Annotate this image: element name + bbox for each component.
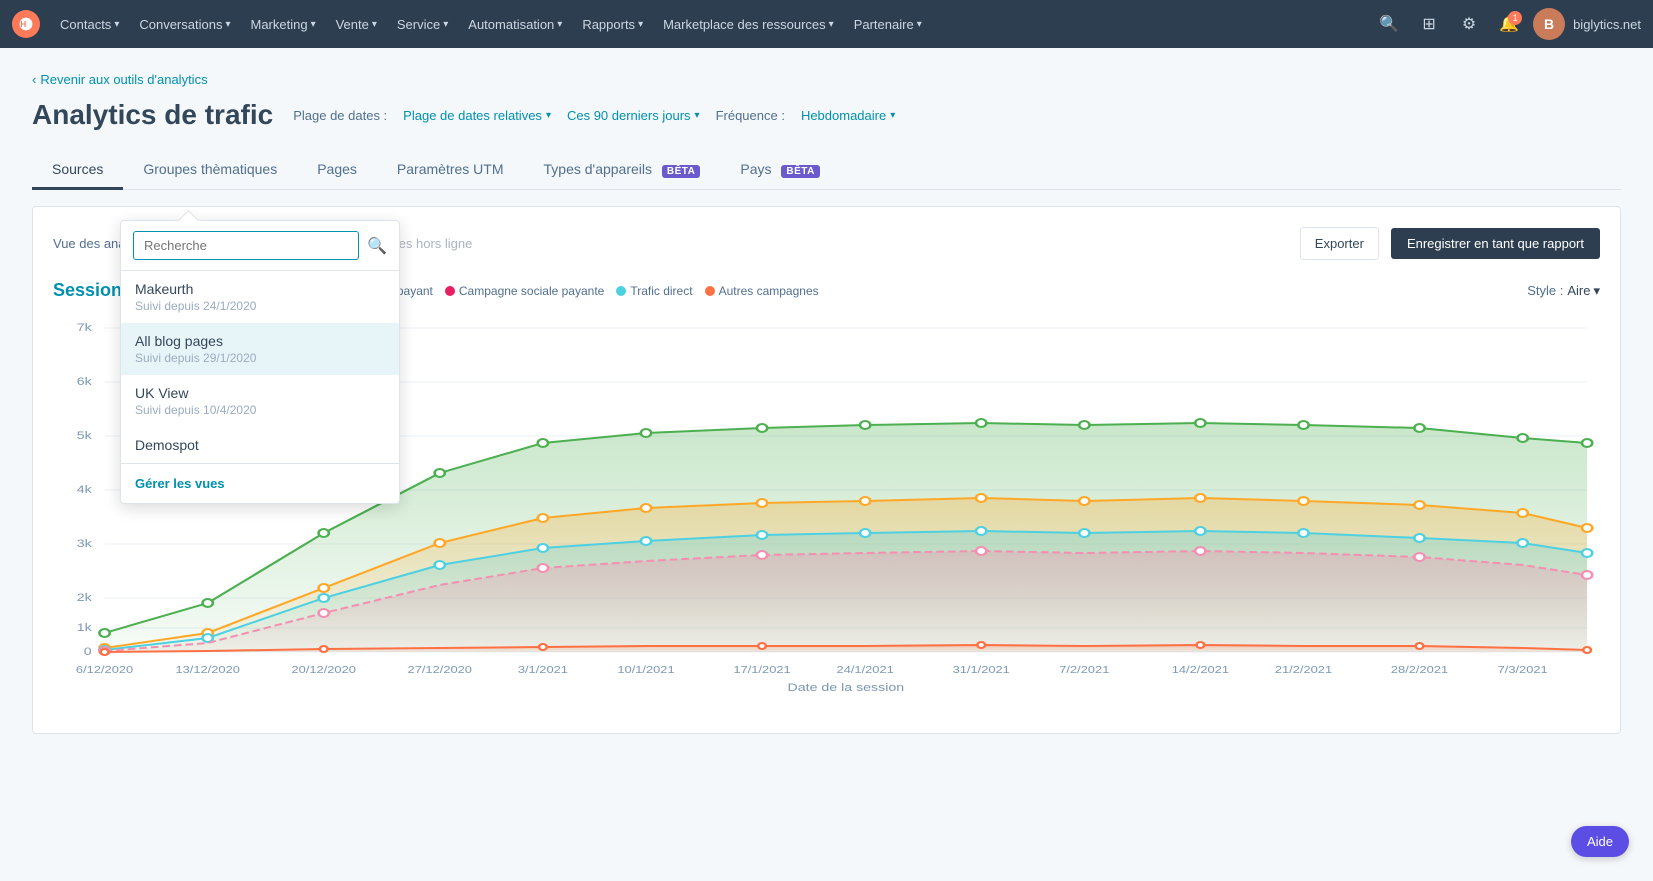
- list-item[interactable]: All blog pages Suivi depuis 29/1/2020: [121, 323, 399, 375]
- svg-text:13/12/2020: 13/12/2020: [175, 665, 239, 675]
- legend-dot: [445, 286, 455, 296]
- svg-text:6/12/2020: 6/12/2020: [76, 665, 133, 675]
- tabs-bar: Sources Groupes thèmatiques Pages Paramè…: [32, 151, 1621, 190]
- svg-text:7/3/2021: 7/3/2021: [1498, 665, 1548, 675]
- frequency-dropdown[interactable]: Hebdomadaire ▾: [801, 108, 895, 123]
- svg-text:6k: 6k: [77, 375, 93, 387]
- svg-text:27/12/2020: 27/12/2020: [408, 665, 472, 675]
- page-header: Analytics de trafic Plage de dates : Pla…: [32, 99, 1621, 131]
- nav-automatisation[interactable]: Automatisation ▾: [460, 13, 570, 36]
- svg-text:31/1/2021: 31/1/2021: [953, 665, 1010, 675]
- page-content: ‹ Revenir aux outils d'analytics Analyti…: [0, 48, 1653, 758]
- back-link[interactable]: ‹ Revenir aux outils d'analytics: [32, 72, 1621, 87]
- tab-pages[interactable]: Pages: [297, 151, 377, 190]
- chevron-down-icon: ▾: [114, 19, 119, 30]
- svg-text:20/12/2020: 20/12/2020: [292, 665, 356, 675]
- svg-text:24/1/2021: 24/1/2021: [837, 665, 894, 675]
- grid-icon[interactable]: ⊞: [1413, 8, 1445, 40]
- nav-marketplace[interactable]: Marketplace des ressources ▾: [655, 13, 842, 36]
- nav-marketing[interactable]: Marketing ▾: [242, 13, 323, 36]
- tab-sources[interactable]: Sources: [32, 151, 123, 190]
- chevron-down-icon: ▾: [372, 19, 377, 30]
- search-input[interactable]: [133, 231, 359, 260]
- legend-item-autres: Autres campagnes: [705, 284, 819, 298]
- svg-text:7/2/2021: 7/2/2021: [1059, 665, 1109, 675]
- svg-text:5k: 5k: [77, 429, 93, 441]
- beta-badge-appareils: BÊTA: [662, 165, 700, 178]
- list-item[interactable]: Makeurth Suivi depuis 24/1/2020: [121, 271, 399, 323]
- search-button[interactable]: 🔍: [367, 236, 387, 256]
- tab-groupes[interactable]: Groupes thèmatiques: [123, 151, 297, 190]
- svg-text:10/1/2021: 10/1/2021: [617, 665, 674, 675]
- chevron-down-icon: ▾: [225, 19, 230, 30]
- chevron-down-icon: ▾: [311, 19, 316, 30]
- svg-text:1k: 1k: [77, 621, 93, 633]
- chevron-down-icon: ▾: [695, 110, 700, 121]
- avatar[interactable]: B: [1533, 8, 1565, 40]
- date-range-label: Plage de dates :: [293, 108, 387, 123]
- settings-icon[interactable]: ⚙: [1453, 8, 1485, 40]
- chevron-down-icon: ▾: [890, 110, 895, 121]
- search-icon[interactable]: 🔍: [1373, 8, 1405, 40]
- svg-text:21/2/2021: 21/2/2021: [1275, 665, 1332, 675]
- page-title: Analytics de trafic: [32, 99, 273, 131]
- svg-text:3/1/2021: 3/1/2021: [518, 665, 568, 675]
- notification-badge: 1: [1508, 11, 1522, 25]
- top-navigation: H Contacts ▾ Conversations ▾ Marketing ▾…: [0, 0, 1653, 48]
- chevron-down-icon: ▾: [443, 19, 448, 30]
- frequency-label: Fréquence :: [716, 108, 785, 123]
- analytics-section: Vue des analytics : All blog pages ▾ Inc…: [32, 206, 1621, 734]
- save-report-button[interactable]: Enregistrer en tant que rapport: [1391, 228, 1600, 259]
- svg-text:3k: 3k: [77, 537, 93, 549]
- chevron-down-icon: ▾: [546, 110, 551, 121]
- svg-text:14/2/2021: 14/2/2021: [1172, 665, 1229, 675]
- style-dropdown[interactable]: Aire ▾: [1567, 283, 1600, 299]
- notifications-icon[interactable]: 🔔 1: [1493, 8, 1525, 40]
- tab-pays[interactable]: Pays BÊTA: [720, 151, 840, 190]
- chevron-down-icon: ▾: [638, 19, 643, 30]
- search-box: 🔍: [121, 221, 399, 271]
- legend-item-trafic: Trafic direct: [616, 284, 692, 298]
- nav-rapports[interactable]: Rapports ▾: [574, 13, 651, 36]
- svg-text:17/1/2021: 17/1/2021: [733, 665, 790, 675]
- svg-text:0: 0: [84, 645, 92, 657]
- nav-service[interactable]: Service ▾: [389, 13, 456, 36]
- chevron-down-icon: ▾: [557, 19, 562, 30]
- date-range-value-dropdown[interactable]: Ces 90 derniers jours ▾: [567, 108, 700, 123]
- legend-item-campagne: Campagne sociale payante: [445, 284, 604, 298]
- date-range-type-dropdown[interactable]: Plage de dates relatives ▾: [403, 108, 551, 123]
- tab-utm[interactable]: Paramètres UTM: [377, 151, 524, 190]
- svg-text:28/2/2021: 28/2/2021: [1391, 665, 1448, 675]
- dropdown-list: Makeurth Suivi depuis 24/1/2020 All blog…: [121, 271, 399, 463]
- beta-badge-pays: BÊTA: [781, 165, 819, 178]
- svg-text:Date de la session: Date de la session: [788, 681, 905, 693]
- nav-contacts[interactable]: Contacts ▾: [52, 13, 127, 36]
- chevron-down-icon: ▾: [1593, 283, 1600, 299]
- view-dropdown-popup: 🔍 Makeurth Suivi depuis 24/1/2020 All bl…: [120, 220, 400, 504]
- aide-button[interactable]: Aide: [1571, 826, 1629, 857]
- chevron-left-icon: ‹: [32, 72, 36, 87]
- svg-text:H: H: [20, 20, 26, 29]
- hubspot-logo[interactable]: H: [12, 10, 40, 38]
- legend-dot: [616, 286, 626, 296]
- manage-views-link[interactable]: Gérer les vues: [121, 463, 399, 503]
- legend-dot: [705, 286, 715, 296]
- svg-text:7k: 7k: [77, 321, 93, 333]
- chevron-down-icon: ▾: [917, 19, 922, 30]
- svg-text:2k: 2k: [77, 591, 93, 603]
- list-item[interactable]: Demospot: [121, 427, 399, 463]
- style-control: Style : Aire ▾: [1527, 283, 1600, 299]
- chevron-down-icon: ▾: [829, 19, 834, 30]
- user-name[interactable]: biglytics.net: [1573, 17, 1641, 32]
- tab-appareils[interactable]: Types d'appareils BÊTA: [524, 151, 721, 190]
- nav-conversations[interactable]: Conversations ▾: [131, 13, 238, 36]
- nav-partenaire[interactable]: Partenaire ▾: [846, 13, 930, 36]
- svg-text:4k: 4k: [77, 483, 93, 495]
- header-controls: Plage de dates : Plage de dates relative…: [293, 108, 895, 123]
- nav-vente[interactable]: Vente ▾: [328, 13, 385, 36]
- export-button[interactable]: Exporter: [1300, 227, 1379, 260]
- list-item[interactable]: UK View Suivi depuis 10/4/2020: [121, 375, 399, 427]
